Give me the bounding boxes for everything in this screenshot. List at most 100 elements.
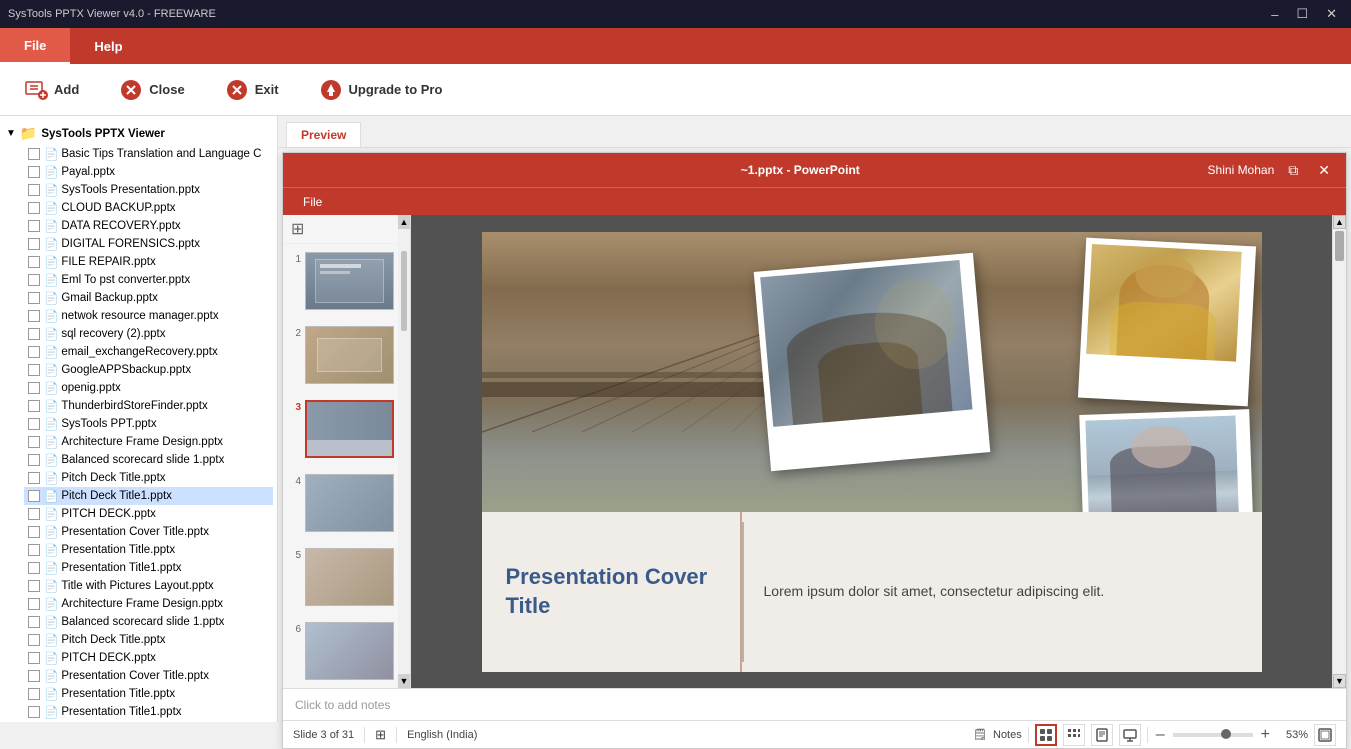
list-item[interactable]: 📄 Architecture Frame Design.pptx: [24, 433, 273, 451]
list-item[interactable]: 📄 ThunderbirdStoreFinder.pptx: [24, 397, 273, 415]
presenter-view-button[interactable]: [1119, 724, 1141, 746]
checkbox[interactable]: [28, 202, 40, 214]
thumbnail-item-5[interactable]: 5: [283, 540, 398, 614]
scroll-down-button[interactable]: ▼: [1333, 674, 1346, 688]
list-item[interactable]: 📄 Eml To pst converter.pptx: [24, 271, 273, 289]
checkbox[interactable]: [28, 274, 40, 286]
list-item[interactable]: 📄 FILE REPAIR.pptx: [24, 253, 273, 271]
list-item[interactable]: 📄 email_exchangeRecovery.pptx: [24, 343, 273, 361]
add-button[interactable]: Add: [12, 72, 91, 108]
checkbox[interactable]: [28, 580, 40, 592]
thumbnail-item-3[interactable]: 3: [283, 392, 398, 466]
list-item[interactable]: 📄 PITCH DECK.pptx: [24, 505, 273, 523]
fit-window-button[interactable]: [1314, 724, 1336, 746]
zoom-thumb[interactable]: [1221, 729, 1231, 739]
zoom-plus[interactable]: +: [1259, 726, 1272, 744]
thumbnail-item-2[interactable]: 2: [283, 318, 398, 392]
list-item[interactable]: 📄 Pitch Deck Title.pptx: [24, 631, 273, 649]
tree-root-item[interactable]: ▼ 📁 SysTools PPTX Viewer: [4, 122, 273, 145]
ppt-maximize-button[interactable]: ⧉: [1282, 160, 1304, 181]
checkbox[interactable]: [28, 346, 40, 358]
list-item[interactable]: 📄 Title with Pictures Layout.pptx: [24, 577, 273, 595]
checkbox[interactable]: [28, 166, 40, 178]
ppt-close-button[interactable]: ✕: [1312, 160, 1336, 181]
checkbox[interactable]: [28, 616, 40, 628]
checkbox[interactable]: [28, 220, 40, 232]
list-item[interactable]: 📄 Balanced scorecard slide 1.pptx: [24, 451, 273, 469]
scroll-up-button[interactable]: ▲: [398, 215, 410, 229]
checkbox[interactable]: [28, 544, 40, 556]
checkbox[interactable]: [28, 490, 40, 502]
slide-right-scrollbar[interactable]: ▲ ▼: [1332, 215, 1346, 688]
list-item[interactable]: 📄 Presentation Cover Title.pptx: [24, 523, 273, 541]
checkbox[interactable]: [28, 526, 40, 538]
checkbox[interactable]: [28, 256, 40, 268]
checkbox[interactable]: [28, 598, 40, 610]
checkbox[interactable]: [28, 382, 40, 394]
checkbox[interactable]: [28, 688, 40, 700]
reading-view-button[interactable]: [1091, 724, 1113, 746]
thumbnail-scrollbar[interactable]: ▲ ▼: [398, 215, 410, 688]
list-item[interactable]: 📄 sql recovery (2).pptx: [24, 325, 273, 343]
list-item[interactable]: 📄 Presentation Cover Title.pptx: [24, 667, 273, 685]
upgrade-button[interactable]: Upgrade to Pro: [307, 72, 455, 108]
list-item[interactable]: 📄 DIGITAL FORENSICS.pptx: [24, 235, 273, 253]
list-item[interactable]: 📄 Architecture Frame Design.pptx: [24, 595, 273, 613]
thumbnail-item-6[interactable]: 6: [283, 614, 398, 688]
checkbox[interactable]: [28, 652, 40, 664]
list-item[interactable]: 📄 DATA RECOVERY.pptx: [24, 217, 273, 235]
checkbox[interactable]: [28, 670, 40, 682]
checkbox[interactable]: [28, 634, 40, 646]
menu-help[interactable]: Help: [70, 28, 146, 64]
notes-bar[interactable]: Click to add notes: [283, 688, 1346, 720]
scroll-thumb[interactable]: [1335, 231, 1344, 261]
list-item[interactable]: 📄 Presentation Title.pptx: [24, 541, 273, 559]
list-item[interactable]: 📄 Gmail Backup.pptx: [24, 289, 273, 307]
checkbox[interactable]: [28, 436, 40, 448]
list-item[interactable]: 📄 Presentation Title1.pptx: [24, 559, 273, 577]
list-item[interactable]: 📄 CLOUD BACKUP.pptx: [24, 199, 273, 217]
checkbox[interactable]: [28, 310, 40, 322]
list-item[interactable]: 📄 Pitch Deck Title.pptx: [24, 469, 273, 487]
list-item[interactable]: 📄 Balanced scorecard slide 1.pptx: [24, 613, 273, 631]
menu-file[interactable]: File: [0, 28, 70, 64]
checkbox[interactable]: [28, 148, 40, 160]
minimize-button[interactable]: –: [1265, 4, 1284, 24]
preview-tab[interactable]: Preview: [286, 122, 361, 147]
list-item[interactable]: 📄 PITCH DECK.pptx: [24, 649, 273, 667]
checkbox[interactable]: [28, 418, 40, 430]
list-item[interactable]: 📄 Basic Tips Translation and Language C: [24, 145, 273, 163]
checkbox[interactable]: [28, 292, 40, 304]
scroll-down-button[interactable]: ▼: [398, 674, 410, 688]
checkbox[interactable]: [28, 472, 40, 484]
list-item[interactable]: 📄 Presentation Title.pptx: [24, 685, 273, 703]
scroll-thumb[interactable]: [401, 251, 407, 331]
zoom-slider[interactable]: [1173, 733, 1253, 737]
checkbox[interactable]: [28, 184, 40, 196]
slide-sorter-button[interactable]: [1063, 724, 1085, 746]
list-item[interactable]: 📄 Payal.pptx: [24, 163, 273, 181]
list-item[interactable]: 📄 SysTools PPT.pptx: [24, 415, 273, 433]
thumbnail-item-1[interactable]: 1: [283, 244, 398, 318]
file-tree-panel[interactable]: ▼ 📁 SysTools PPTX Viewer 📄 Basic Tips Tr…: [0, 116, 278, 722]
close-window-button[interactable]: ✕: [1320, 4, 1343, 24]
checkbox[interactable]: [28, 328, 40, 340]
zoom-minus[interactable]: –: [1154, 726, 1167, 744]
scroll-up-button[interactable]: ▲: [1333, 215, 1346, 229]
thumbnail-item-4[interactable]: 4: [283, 466, 398, 540]
maximize-button[interactable]: ☐: [1290, 4, 1314, 24]
normal-view-button[interactable]: [1035, 724, 1057, 746]
checkbox[interactable]: [28, 364, 40, 376]
list-item[interactable]: 📄 Pitch Deck Title1.pptx: [24, 487, 273, 505]
checkbox[interactable]: [28, 400, 40, 412]
checkbox[interactable]: [28, 238, 40, 250]
list-item[interactable]: 📄 GoogleAPPSbackup.pptx: [24, 361, 273, 379]
notes-label-icon[interactable]: 🗒: [973, 728, 987, 741]
checkbox[interactable]: [28, 508, 40, 520]
checkbox[interactable]: [28, 562, 40, 574]
close-button[interactable]: Close: [107, 72, 196, 108]
list-item[interactable]: 📄 openig.pptx: [24, 379, 273, 397]
list-item[interactable]: 📄 SysTools Presentation.pptx: [24, 181, 273, 199]
checkbox[interactable]: [28, 454, 40, 466]
list-item[interactable]: 📄 Presentation Title1.pptx: [24, 703, 273, 721]
